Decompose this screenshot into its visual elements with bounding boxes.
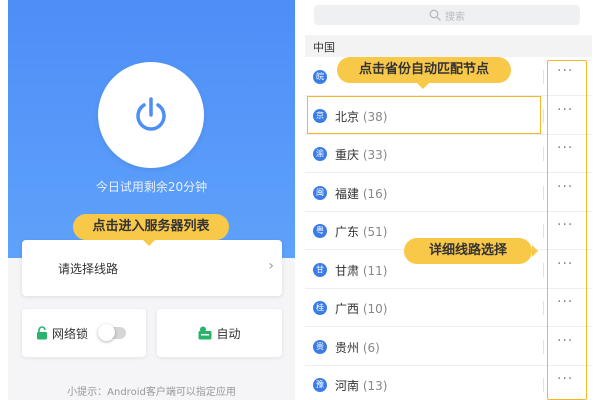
row-divider <box>543 339 544 354</box>
province-badge: 豫 <box>313 378 327 392</box>
region-header: 中国 <box>305 35 592 57</box>
row-divider <box>543 70 544 84</box>
province-name-text: 重庆 <box>335 148 360 162</box>
region-label: 中国 <box>313 41 335 54</box>
province-name-text: 广西 <box>335 302 360 316</box>
highlight-more-column <box>547 60 587 400</box>
row-divider <box>543 262 544 277</box>
network-lock-label: 网络锁 <box>52 326 89 341</box>
callout-line-detail-text: 详细线路选择 <box>428 243 507 258</box>
page: 今日试用剩余20分钟 请选择线路 › 网络锁 自动 小提示：Android客户端… <box>0 0 600 400</box>
callout-arrow <box>532 245 538 257</box>
province-name-text: 河南 <box>335 379 360 393</box>
province-name: 贵州 (6) <box>335 339 380 356</box>
province-name: 福建 (16) <box>335 185 387 202</box>
province-badge: 贵 <box>313 339 327 354</box>
province-badge: 皖 <box>313 70 327 84</box>
province-count: (33) <box>362 148 388 162</box>
callout-arrow <box>417 83 429 89</box>
province-name: 广东 (51) <box>335 223 387 240</box>
province-count: (6) <box>362 340 380 355</box>
trial-remaining-text: 今日试用剩余20分钟 <box>95 180 208 194</box>
row-divider <box>543 147 544 161</box>
callout-auto-match: 点击省份自动匹配节点 <box>337 57 511 89</box>
province-count: (13) <box>362 379 388 393</box>
search-icon <box>429 9 441 21</box>
province-badge: 桂 <box>313 301 327 315</box>
province-badge: 粤 <box>313 224 327 238</box>
power-icon <box>136 97 166 131</box>
province-count: (51) <box>362 225 388 239</box>
highlight-beijing-row <box>307 96 541 134</box>
network-lock-toggle[interactable] <box>98 324 127 341</box>
search-input[interactable]: 搜索 <box>314 5 580 25</box>
province-name-text: 贵州 <box>335 340 360 355</box>
select-line-label: 请选择线路 <box>58 262 119 276</box>
province-count: (11) <box>362 263 388 278</box>
search-placeholder: 搜索 <box>445 11 465 23</box>
row-divider <box>543 301 544 315</box>
province-badge: 甘 <box>313 262 327 277</box>
callout-server-list: 点击进入服务器列表 <box>73 214 229 246</box>
lock-icon <box>37 326 47 340</box>
callout-line-detail: 详细线路选择 <box>404 238 538 264</box>
callout-arrow <box>143 240 155 246</box>
home-screen: 今日试用剩余20分钟 请选择线路 › 网络锁 自动 小提示：Android客户端… <box>8 0 295 400</box>
province-name: 河南 (13) <box>335 377 387 394</box>
auto-mode-label: 自动 <box>216 326 241 341</box>
row-divider <box>543 185 544 200</box>
callout-auto-match-text: 点击省份自动匹配节点 <box>358 62 489 77</box>
province-count: (10) <box>362 302 388 316</box>
province-name: 甘肃 (11) <box>335 262 387 279</box>
tip-text: 小提示：Android客户端可以指定应用 <box>67 387 236 398</box>
province-name: 广西 (10) <box>335 300 387 317</box>
select-line-button[interactable]: 请选择线路 › <box>22 240 282 296</box>
province-name-text: 福建 <box>335 186 360 201</box>
province-count: (16) <box>362 186 388 201</box>
row-divider <box>543 224 544 238</box>
auto-icon <box>198 326 212 340</box>
province-name: 重庆 (33) <box>335 146 387 163</box>
callout-server-list-text: 点击进入服务器列表 <box>92 219 210 234</box>
province-badge: 闽 <box>313 185 327 200</box>
province-name-text: 广东 <box>335 225 360 239</box>
power-button[interactable] <box>98 62 204 168</box>
auto-mode-button[interactable]: 自动 <box>157 309 282 357</box>
province-name-text: 甘肃 <box>335 263 360 278</box>
province-badge: 渝 <box>313 147 327 161</box>
chevron-right-icon: › <box>268 258 274 274</box>
row-divider <box>543 378 544 392</box>
network-lock-card: 网络锁 <box>22 309 146 357</box>
row-divider <box>543 108 544 123</box>
